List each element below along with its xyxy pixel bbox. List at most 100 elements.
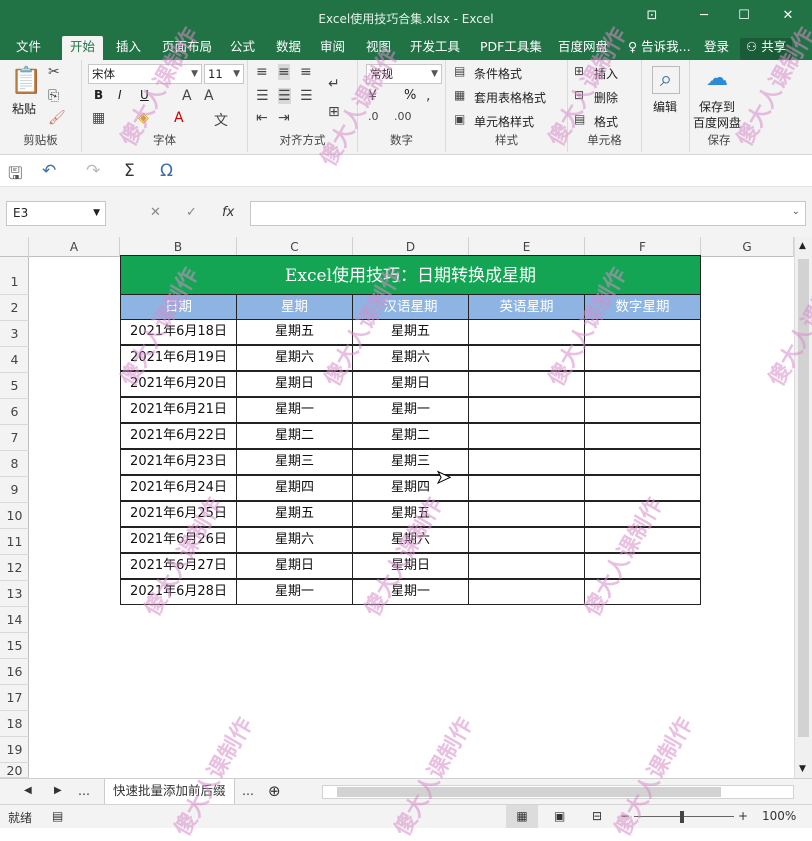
share-button[interactable]: ⚇ 共享 (740, 38, 793, 60)
font-size-select[interactable]: 11 ▼ (204, 64, 244, 84)
table-cell[interactable] (468, 319, 585, 345)
table-cell[interactable]: 2021年6月22日 (120, 423, 237, 449)
format-as-table-button[interactable]: 套用表格格式 (474, 89, 546, 106)
font-name-select[interactable]: 宋体 ▼ (88, 64, 202, 84)
bold-button[interactable]: B (94, 88, 103, 102)
close-button[interactable]: ✕ (776, 6, 800, 26)
table-cell[interactable]: 星期六 (352, 345, 469, 371)
align-bottom-icon[interactable]: ≡ (300, 64, 312, 80)
align-right-icon[interactable]: ☰ (300, 88, 313, 104)
comma-icon[interactable]: , (426, 88, 430, 104)
name-box[interactable]: E3 ▼ (6, 201, 106, 226)
table-cell[interactable]: 星期日 (352, 553, 469, 579)
row-header[interactable]: 4 (0, 347, 29, 373)
table-cell[interactable]: 星期三 (352, 449, 469, 475)
column-header-d[interactable]: D (353, 237, 469, 257)
table-cell[interactable]: 星期日 (236, 371, 353, 397)
row-header[interactable]: 15 (0, 633, 29, 659)
tab-developer[interactable]: 开发工具 (404, 38, 466, 60)
table-cell[interactable] (584, 449, 701, 475)
undo-icon[interactable]: ↶ (42, 161, 56, 181)
table-cell[interactable]: 星期六 (352, 527, 469, 553)
table-cell[interactable] (468, 501, 585, 527)
decrease-decimal-icon[interactable]: .00 (394, 110, 412, 123)
header-cell[interactable]: 数字星期 (584, 294, 701, 320)
tell-me-box[interactable]: ♀ 告诉我... (622, 38, 697, 60)
wrap-text-icon[interactable]: ↵ (328, 76, 340, 92)
table-cell[interactable]: 星期二 (236, 423, 353, 449)
table-cell[interactable]: 星期五 (352, 501, 469, 527)
table-cell[interactable]: 星期一 (352, 397, 469, 423)
table-cell[interactable]: 星期一 (352, 579, 469, 605)
row-header[interactable]: 8 (0, 451, 29, 477)
table-cell[interactable]: 2021年6月28日 (120, 579, 237, 605)
row-header[interactable]: 7 (0, 425, 29, 451)
macro-record-icon[interactable]: ▤ (52, 809, 63, 823)
tab-insert[interactable]: 插入 (110, 38, 147, 60)
row-header[interactable]: 16 (0, 659, 29, 685)
header-cell[interactable]: 星期 (236, 294, 353, 320)
h-scroll-thumb[interactable] (337, 787, 721, 797)
table-cell[interactable] (468, 397, 585, 423)
sign-in-link[interactable]: 登录 (698, 38, 735, 60)
table-cell[interactable]: 星期一 (236, 397, 353, 423)
column-header-a[interactable]: A (29, 237, 120, 257)
currency-icon[interactable]: ¥ (368, 88, 377, 104)
table-cell[interactable]: 星期四 (236, 475, 353, 501)
header-cell[interactable]: 汉语星期 (352, 294, 469, 320)
table-cell[interactable] (584, 345, 701, 371)
table-cell[interactable]: 2021年6月24日 (120, 475, 237, 501)
row-header[interactable]: 3 (0, 321, 29, 347)
formula-input[interactable]: ⌄ (250, 201, 806, 226)
underline-button[interactable]: U (140, 88, 149, 102)
row-header[interactable]: 11 (0, 529, 29, 555)
shrink-font-icon[interactable]: A (204, 88, 214, 104)
table-cell[interactable] (468, 449, 585, 475)
tab-baidu[interactable]: 百度网盘 (552, 38, 614, 60)
row-header[interactable]: 14 (0, 607, 29, 633)
zoom-in-icon[interactable]: + (738, 809, 748, 823)
scroll-thumb[interactable] (798, 259, 809, 737)
ribbon-display-icon[interactable]: ⊡ (640, 6, 664, 26)
table-cell[interactable] (468, 579, 585, 605)
sheet-tab-current[interactable]: 快速批量添加前后缀 (104, 779, 235, 804)
column-header-g[interactable]: G (701, 237, 794, 257)
table-cell[interactable]: 星期日 (236, 553, 353, 579)
column-header-c[interactable]: C (237, 237, 353, 257)
select-all-corner[interactable] (0, 237, 29, 257)
symbol-icon[interactable]: Ω (160, 161, 173, 181)
table-cell[interactable]: 2021年6月19日 (120, 345, 237, 371)
table-cell[interactable]: 星期四 (352, 475, 469, 501)
autosum-icon[interactable]: Σ (124, 161, 135, 181)
editing-button[interactable]: 编辑 (653, 98, 677, 115)
column-header-e[interactable]: E (469, 237, 585, 257)
scroll-up-icon[interactable]: ▲ (799, 241, 806, 251)
table-cell[interactable] (468, 527, 585, 553)
tab-data[interactable]: 数据 (270, 38, 307, 60)
delete-cells-button[interactable]: 删除 (594, 89, 618, 106)
cloud-icon[interactable]: ☁ (706, 66, 728, 91)
row-header[interactable]: 18 (0, 711, 29, 737)
table-cell[interactable]: 2021年6月23日 (120, 449, 237, 475)
align-top-icon[interactable]: ≡ (256, 64, 268, 80)
tab-pdf[interactable]: PDF工具集 (474, 38, 548, 60)
copy-icon[interactable]: ⎘ (48, 88, 59, 104)
conditional-format-button[interactable]: 条件格式 (474, 65, 522, 82)
normal-view-icon[interactable]: ▦ (506, 805, 538, 828)
indent-decrease-icon[interactable]: ⇤ (256, 110, 268, 126)
table-cell[interactable] (468, 371, 585, 397)
align-middle-icon[interactable]: ≡ (278, 64, 290, 80)
save-icon[interactable]: 🖫 (8, 161, 22, 190)
next-sheet-icon[interactable]: ▶ (54, 779, 62, 804)
table-cell[interactable]: 星期六 (236, 345, 353, 371)
worksheet-grid[interactable]: A B C D E F G 1 2 3 4 5 6 7 8 9 10 11 12 13 14 15 16 17 1… (0, 237, 812, 778)
redo-icon[interactable]: ↷ (86, 161, 100, 181)
table-cell[interactable] (468, 553, 585, 579)
tab-file[interactable]: 文件 (10, 38, 47, 60)
table-cell[interactable]: 2021年6月26日 (120, 527, 237, 553)
minimize-button[interactable]: ─ (692, 6, 716, 26)
row-header[interactable]: 12 (0, 555, 29, 581)
header-cell[interactable]: 英语星期 (468, 294, 585, 320)
table-cell[interactable]: 星期五 (352, 319, 469, 345)
row-header[interactable]: 6 (0, 399, 29, 425)
